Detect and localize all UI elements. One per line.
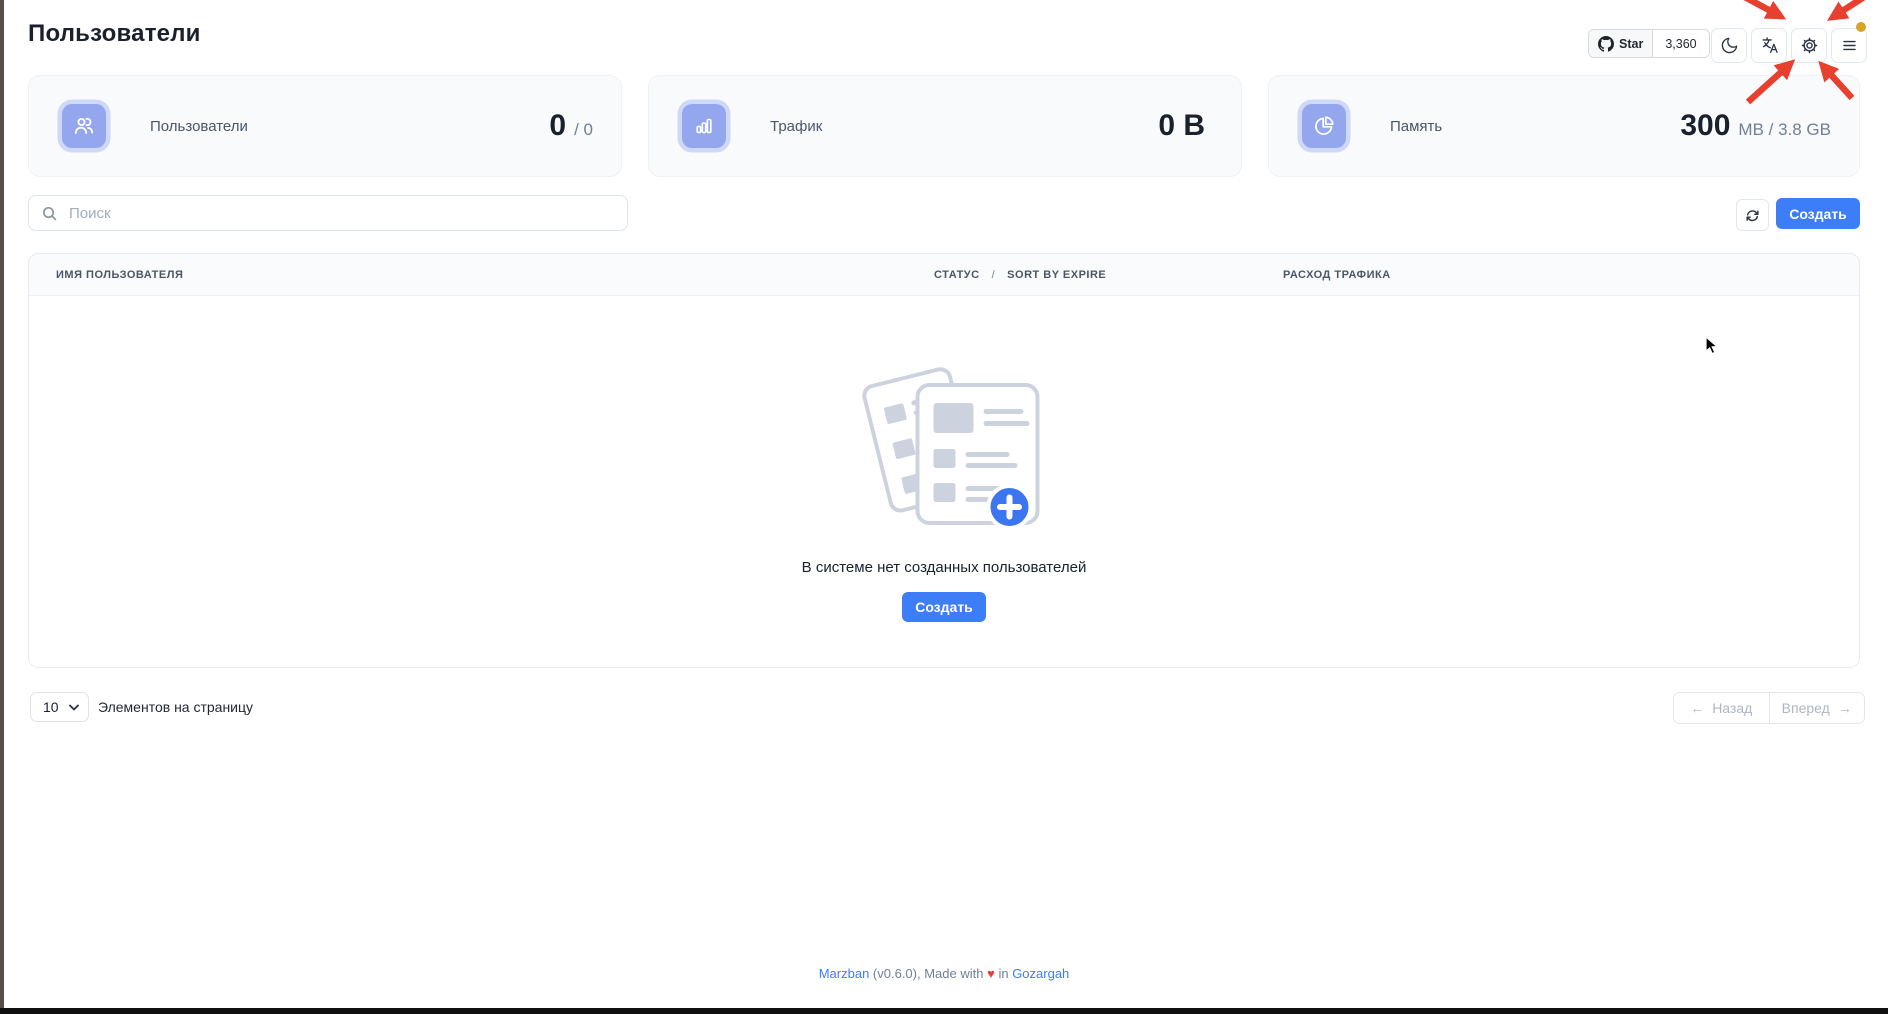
bar-chart-icon	[682, 104, 726, 148]
hamburger-icon	[1840, 36, 1859, 55]
column-header-sort-by-expire[interactable]: SORT BY EXPIRE	[1007, 269, 1106, 281]
table-header-row: ИМЯ ПОЛЬЗОВАТЕЛЯ СТАТУС / SORT BY EXPIRE…	[29, 254, 1859, 296]
language-button[interactable]	[1751, 28, 1787, 63]
translate-icon	[1760, 36, 1779, 55]
users-icon	[62, 104, 106, 148]
search-box[interactable]	[28, 195, 628, 231]
plus-circle-icon	[989, 486, 1031, 528]
stat-label: Пользователи	[150, 118, 248, 135]
footer-in-text: in	[998, 966, 1008, 981]
pagination-buttons: ← Назад Вперед →	[1673, 692, 1865, 724]
theme-toggle-button[interactable]	[1711, 28, 1747, 63]
stat-value: 300	[1680, 109, 1730, 143]
stat-label: Трафик	[770, 118, 822, 135]
page-size-label: Элементов на страницу	[98, 692, 253, 722]
page-size-select[interactable]: 10	[30, 692, 89, 722]
stat-suffix: / 0	[574, 120, 593, 140]
page-size-value: 10	[43, 699, 59, 715]
column-header-status[interactable]: СТАТУС	[934, 269, 980, 281]
refresh-icon	[1744, 207, 1761, 224]
column-header-username[interactable]: ИМЯ ПОЛЬЗОВАТЕЛЯ	[56, 254, 183, 295]
window-left-edge	[0, 0, 4, 1014]
stat-card-users: Пользователи 0 / 0	[28, 75, 622, 177]
github-star-segment[interactable]: Star	[1589, 30, 1653, 57]
window-bottom-edge	[0, 1008, 1888, 1014]
next-label: Вперед	[1782, 700, 1830, 716]
pie-chart-icon	[1302, 104, 1346, 148]
stat-value: 0 B	[1158, 109, 1205, 143]
stat-card-traffic: Трафик 0 B	[648, 75, 1242, 177]
create-button[interactable]: Создать	[1776, 198, 1860, 229]
stat-label: Память	[1390, 118, 1442, 135]
moon-icon	[1720, 36, 1739, 55]
github-star-button[interactable]: Star 3,360	[1588, 29, 1710, 58]
settings-button[interactable]	[1791, 28, 1827, 63]
search-icon	[41, 205, 58, 222]
github-star-label: Star	[1619, 37, 1643, 51]
gozargah-link[interactable]: Gozargah	[1012, 966, 1069, 981]
next-page-button[interactable]: Вперед →	[1769, 693, 1865, 723]
stat-suffix: MB / 3.8 GB	[1738, 120, 1831, 140]
footer-version-text: (v0.6.0), Made with	[873, 966, 984, 981]
notification-dot	[1856, 22, 1866, 32]
stat-card-memory: Память 300 MB / 3.8 GB	[1268, 75, 1860, 177]
empty-state-illustration	[842, 349, 1047, 541]
empty-state-message: В системе нет созданных пользователей	[29, 559, 1859, 576]
footer: Marzban (v0.6.0), Made with ♥ in Gozarga…	[0, 966, 1888, 981]
search-input[interactable]	[67, 204, 615, 223]
refresh-button[interactable]	[1736, 199, 1769, 231]
github-icon	[1598, 36, 1614, 52]
empty-state-create-button[interactable]: Создать	[902, 592, 986, 622]
left-arrow-icon: ←	[1690, 700, 1704, 716]
github-star-count[interactable]: 3,360	[1653, 30, 1708, 57]
column-header-traffic[interactable]: РАСХОД ТРАФИКА	[1283, 254, 1391, 295]
prev-label: Назад	[1712, 700, 1752, 716]
menu-button[interactable]	[1831, 28, 1867, 63]
chevron-down-icon	[69, 704, 79, 711]
arrow-top-left	[1728, 0, 1780, 16]
stat-value: 0	[549, 109, 566, 143]
heart-icon: ♥	[987, 966, 995, 981]
column-header-divider: /	[992, 269, 996, 281]
right-arrow-icon: →	[1838, 700, 1852, 716]
arrow-top-right	[1833, 0, 1878, 17]
prev-page-button[interactable]: ← Назад	[1674, 693, 1769, 723]
marzban-users-page: Пользователи Star 3,360	[0, 0, 1888, 1014]
users-table: ИМЯ ПОЛЬЗОВАТЕЛЯ СТАТУС / SORT BY EXPIRE…	[28, 253, 1860, 668]
marzban-link[interactable]: Marzban	[819, 966, 870, 981]
page-title: Пользователи	[28, 20, 201, 48]
gear-icon	[1800, 36, 1819, 55]
